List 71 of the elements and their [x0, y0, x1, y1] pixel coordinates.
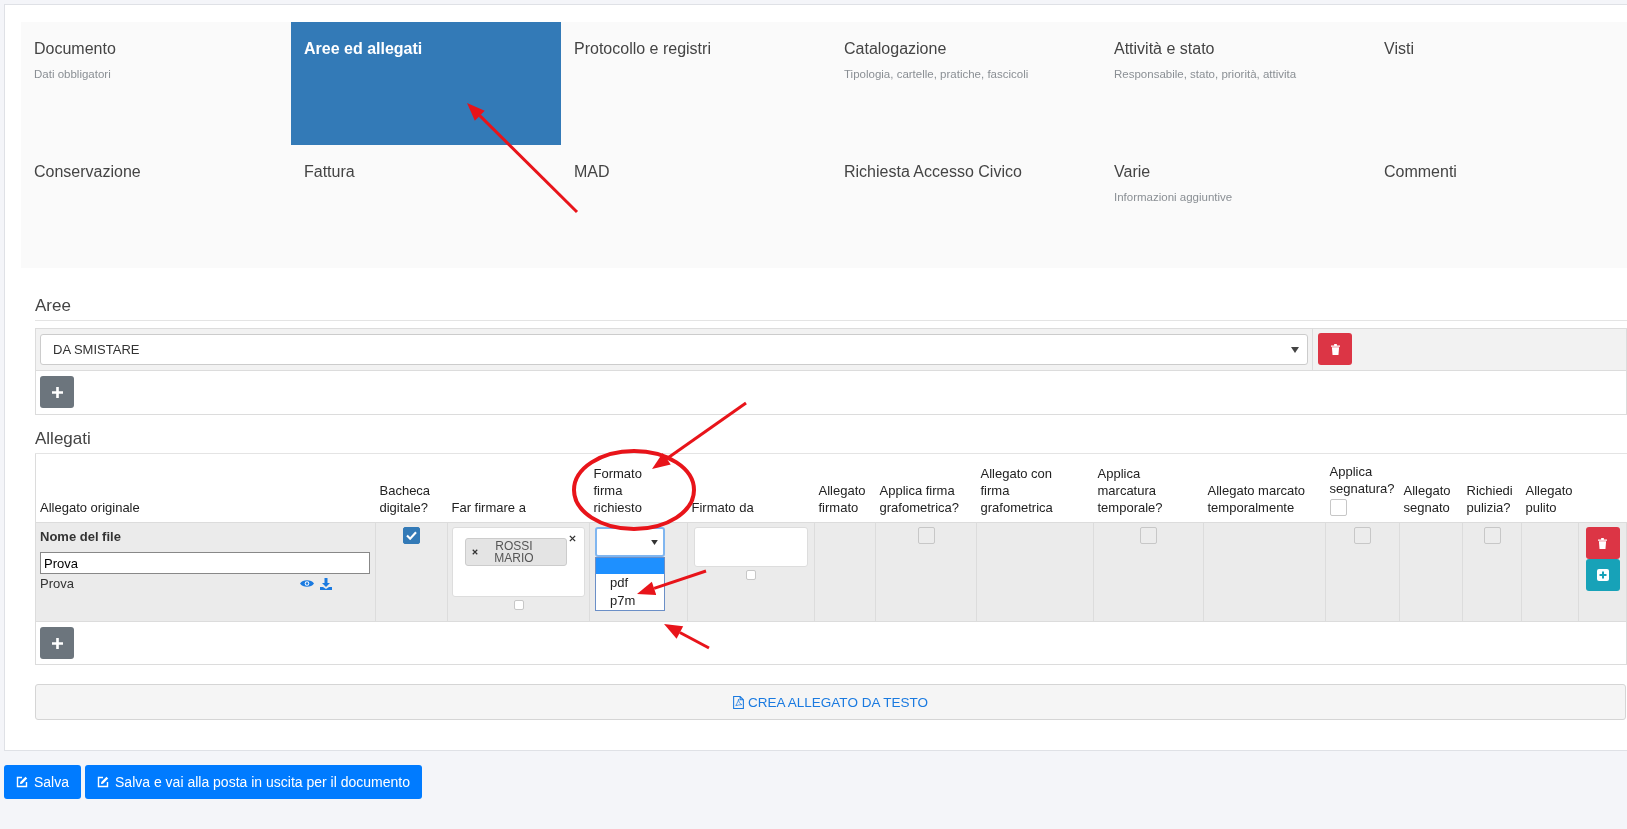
tab[interactable]: Attività e stato Responsabile, stato, priorità, attivita — [1101, 22, 1371, 145]
section-heading: Aree — [35, 296, 1627, 321]
trash-icon — [1598, 537, 1607, 549]
add-button[interactable] — [40, 376, 74, 408]
column-header: Allegato pulito — [1525, 482, 1573, 516]
column-header: Richiedi pulizia? — [1466, 482, 1513, 516]
download-icon[interactable] — [320, 577, 332, 590]
caret-icon — [651, 539, 658, 545]
column-header: Firmato da — [691, 499, 754, 516]
dropdown-option[interactable]: p7m — [596, 592, 664, 610]
area-select[interactable]: DA SMISTARE — [40, 334, 1308, 365]
file-name: Prova — [40, 576, 74, 591]
tab[interactable]: Protocollo e registri — [561, 22, 831, 145]
tab[interactable]: MAD — [561, 145, 831, 268]
signer-tag[interactable]: ROSSI MARIO — [465, 538, 567, 566]
remove-icon[interactable] — [472, 549, 478, 555]
annotation-arrow — [664, 624, 710, 650]
column-header: Far firmare a — [451, 499, 526, 516]
checkbox[interactable] — [403, 527, 420, 544]
clear-icon[interactable] — [569, 535, 576, 542]
tab[interactable]: Fattura — [291, 145, 561, 268]
column-header: Allegato con firma grafometrica — [980, 465, 1054, 516]
field-label: Nome del file — [40, 529, 122, 544]
create-attachment-button[interactable]: CREA ALLEGATO DA TESTO — [35, 684, 1626, 720]
checkbox[interactable] — [917, 527, 935, 544]
tab[interactable]: Commenti — [1371, 145, 1627, 268]
column-header: Allegato originale — [40, 499, 140, 516]
tab[interactable]: Conservazione — [21, 145, 291, 268]
column-header: Bacheca digitale? — [379, 482, 432, 516]
checkbox[interactable] — [1140, 527, 1157, 544]
add-button[interactable] — [1585, 559, 1620, 591]
column-header: Applica marcatura temporale? — [1097, 465, 1164, 516]
delete-button[interactable] — [1585, 527, 1620, 559]
save-and-go-button[interactable]: Salva e vai alla posta in uscita per il documento — [85, 765, 422, 799]
tab[interactable]: Catalogazione Tipologia, cartelle, pratiche, fascicoli — [831, 22, 1101, 145]
column-header: Allegato marcato temporalmente — [1207, 482, 1307, 516]
tab[interactable]: Aree ed allegati — [291, 22, 561, 145]
section-heading: Allegati — [35, 429, 1627, 454]
add-button[interactable] — [40, 627, 74, 659]
plus-icon — [51, 637, 63, 649]
plus-icon — [51, 386, 63, 398]
column-header: Applica firma grafometrica? — [879, 482, 960, 516]
tab[interactable]: Visti — [1371, 22, 1627, 145]
plus-square-icon — [1596, 569, 1609, 581]
checkbox[interactable] — [1354, 527, 1371, 544]
dropdown-option[interactable]: pdf — [596, 574, 664, 592]
signers-field[interactable]: ROSSI MARIO — [452, 527, 585, 597]
tab[interactable]: Richiesta Accesso Civico — [831, 145, 1101, 268]
signed-by-field[interactable] — [694, 527, 808, 567]
save-button[interactable]: Salva — [4, 765, 82, 799]
column-header: Allegato firmato — [818, 482, 866, 516]
format-select[interactable] — [595, 527, 665, 557]
pdf-file-icon — [733, 695, 745, 709]
edit-icon — [97, 776, 110, 788]
annotation-arrow — [637, 569, 707, 595]
column-header: Applica segnatura? — [1329, 463, 1395, 497]
caret-icon — [1291, 346, 1299, 353]
checkbox[interactable] — [746, 570, 756, 580]
tab[interactable]: Documento Dati obbligatori — [21, 22, 291, 145]
column-header: Allegato segnato — [1403, 482, 1451, 516]
file-name-input[interactable]: Prova — [40, 552, 370, 574]
eye-icon[interactable] — [300, 579, 314, 588]
tab[interactable]: Varie Informazioni aggiuntive — [1101, 145, 1371, 268]
edit-icon — [16, 776, 28, 788]
delete-button[interactable] — [1318, 333, 1352, 365]
checkbox[interactable] — [513, 600, 524, 610]
checkbox[interactable] — [1329, 499, 1347, 516]
checkmark-icon — [406, 531, 417, 540]
column-header: Formato firma richiesto — [593, 465, 643, 516]
trash-icon — [1330, 343, 1340, 355]
checkbox[interactable] — [1483, 527, 1501, 544]
